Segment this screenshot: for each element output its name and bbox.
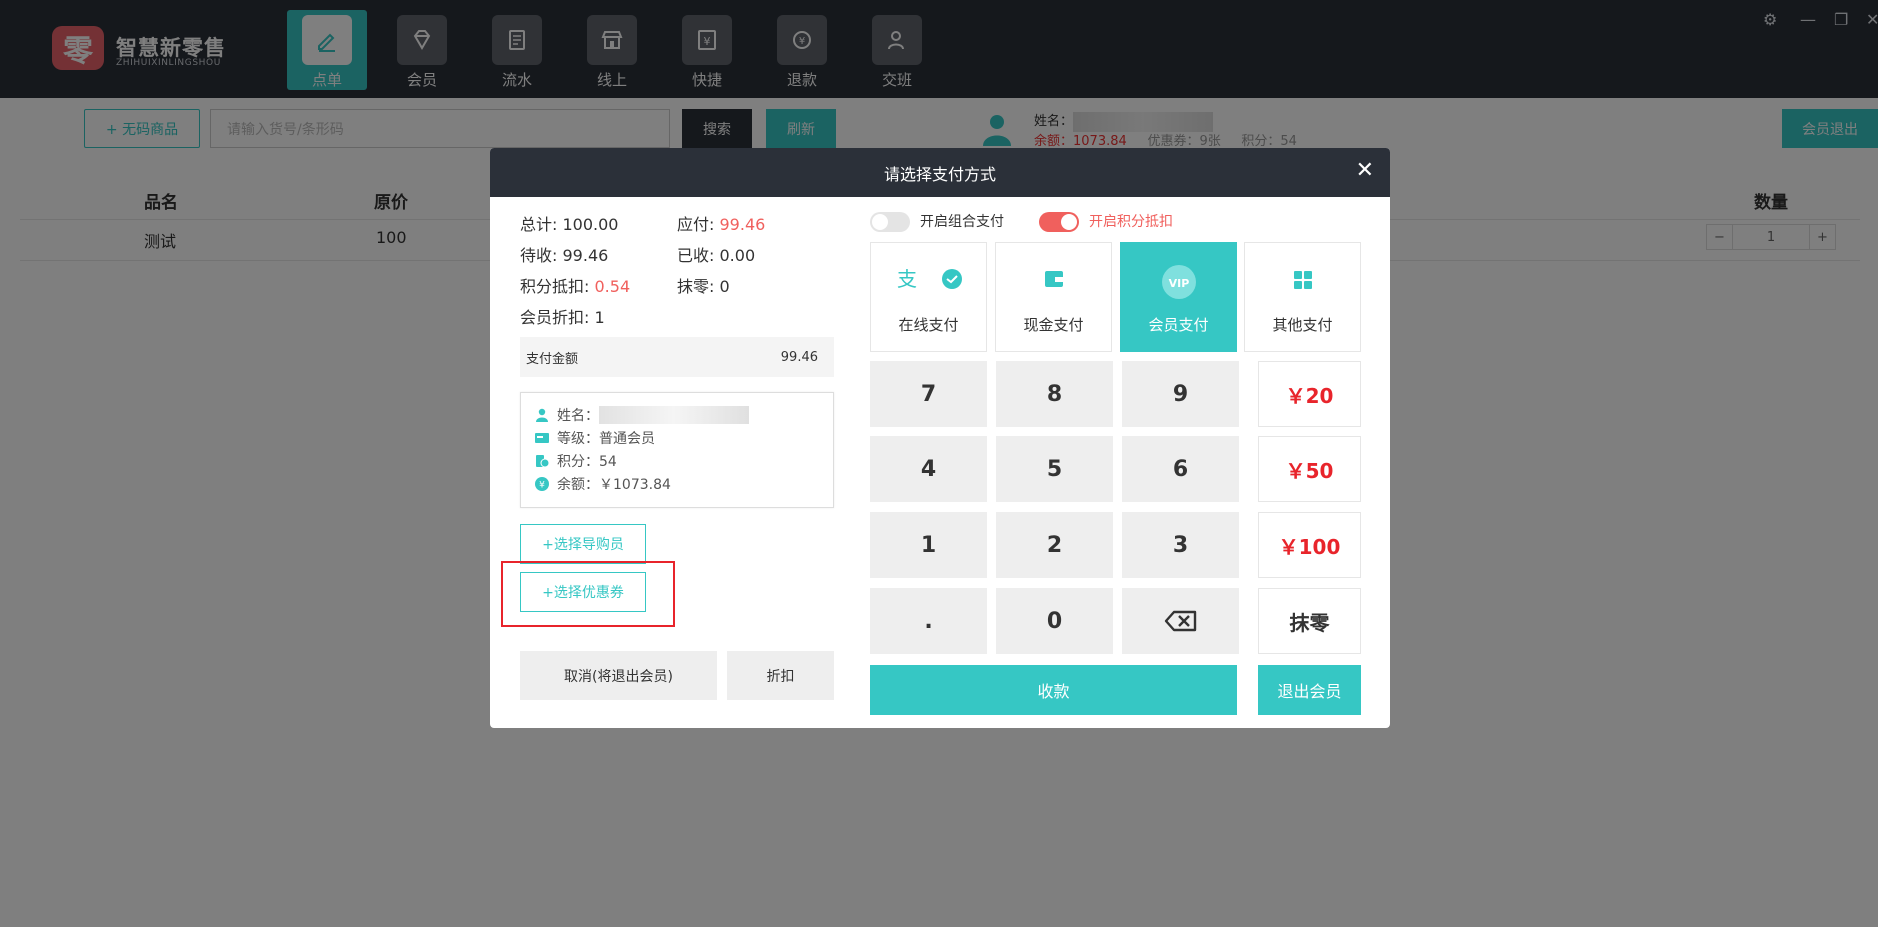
rounding-row: 抹零: 0 bbox=[677, 277, 730, 296]
pay-other-tile[interactable]: 其他支付 bbox=[1244, 242, 1361, 352]
key-dot[interactable]: . bbox=[870, 588, 987, 654]
total-value: 100.00 bbox=[562, 215, 619, 234]
discount-button[interactable]: 折扣 bbox=[727, 651, 834, 700]
close-icon[interactable]: ✕ bbox=[1356, 159, 1374, 183]
pay-amount-value: 99.46 bbox=[780, 349, 818, 365]
yuan-coin-icon: ¥ bbox=[535, 477, 549, 491]
wallet-icon bbox=[1044, 271, 1063, 287]
quick-amount-100[interactable]: ￥100 bbox=[1258, 512, 1361, 578]
backspace-key[interactable] bbox=[1122, 588, 1239, 654]
points-deduct-toggle-label: 开启积分抵扣 bbox=[1089, 214, 1173, 230]
member-info-card: 姓名： 等级：普通会员 积分：54 ¥ 余额：￥1073.84 bbox=[520, 392, 834, 508]
key-2[interactable]: 2 bbox=[996, 512, 1113, 578]
received-row: 已收: 0.00 bbox=[677, 246, 756, 265]
payable-value: 99.46 bbox=[719, 215, 766, 234]
wechat-pay-icon bbox=[941, 269, 962, 289]
combo-pay-label: 开启组合支付 bbox=[920, 214, 1004, 230]
combo-pay-toggle[interactable] bbox=[870, 212, 910, 232]
vip-card-icon bbox=[535, 433, 549, 443]
key-0[interactable]: 0 bbox=[996, 588, 1113, 654]
member-name-line: 姓名： bbox=[535, 405, 749, 425]
pay-method-label: 其他支付 bbox=[1272, 316, 1333, 334]
select-guide-button[interactable]: +选择导购员 bbox=[520, 524, 646, 564]
pay-amount-label: 支付金额 bbox=[526, 351, 579, 367]
svg-text:VIP: VIP bbox=[1168, 277, 1189, 290]
pay-method-label: 在线支付 bbox=[898, 316, 959, 334]
alipay-icon: 支 bbox=[897, 267, 917, 291]
coins-icon bbox=[536, 455, 549, 468]
grid-icon bbox=[1293, 271, 1312, 289]
pending-value: 99.46 bbox=[562, 246, 609, 265]
key-9[interactable]: 9 bbox=[1122, 361, 1239, 427]
member-points-line: 积分：54 bbox=[535, 451, 617, 471]
highlight-annotation-box bbox=[501, 561, 675, 627]
pay-amount-bar: 支付金额 99.46 bbox=[520, 337, 834, 377]
pay-member-tile[interactable]: VIP 会员支付 bbox=[1120, 242, 1237, 352]
vip-icon: VIP bbox=[1161, 265, 1196, 299]
key-8[interactable]: 8 bbox=[996, 361, 1113, 427]
key-3[interactable]: 3 bbox=[1122, 512, 1239, 578]
blurred-name bbox=[599, 406, 749, 424]
key-1[interactable]: 1 bbox=[870, 512, 987, 578]
pay-method-label: 会员支付 bbox=[1148, 316, 1209, 334]
member-discount-row: 会员折扣: 1 bbox=[520, 308, 605, 327]
points-deduct-row: 积分抵扣: 0.54 bbox=[520, 277, 631, 296]
payment-dialog: 请选择支付方式 ✕ 总计: 100.00 应付: 99.46 待收: 99.46… bbox=[490, 148, 1390, 728]
total-row: 总计: 100.00 bbox=[520, 215, 619, 234]
pay-cash-tile[interactable]: 现金支付 bbox=[995, 242, 1112, 352]
payable-row: 应付: 99.46 bbox=[677, 215, 766, 234]
svg-text:¥: ¥ bbox=[539, 481, 545, 491]
key-7[interactable]: 7 bbox=[870, 361, 987, 427]
member-level-line: 等级：普通会员 bbox=[535, 428, 655, 448]
received-value: 0.00 bbox=[719, 246, 756, 265]
quick-amount-50[interactable]: ￥50 bbox=[1258, 436, 1361, 502]
cancel-button[interactable]: 取消(将退出会员) bbox=[520, 651, 717, 700]
pay-method-label: 现金支付 bbox=[1023, 316, 1084, 334]
rounding-value: 0 bbox=[719, 277, 730, 296]
erase-change-button[interactable]: 抹零 bbox=[1258, 588, 1361, 654]
key-6[interactable]: 6 bbox=[1122, 436, 1239, 502]
key-4[interactable]: 4 bbox=[870, 436, 987, 502]
points-deduct-toggle[interactable] bbox=[1039, 212, 1079, 232]
key-5[interactable]: 5 bbox=[996, 436, 1113, 502]
exit-member-button[interactable]: 退出会员 bbox=[1258, 665, 1361, 715]
quick-amount-20[interactable]: ￥20 bbox=[1258, 361, 1361, 427]
collect-payment-button[interactable]: 收款 bbox=[870, 665, 1237, 715]
pay-online-tile[interactable]: 支 在线支付 bbox=[870, 242, 987, 352]
member-balance-line: ¥ 余额：￥1073.84 bbox=[535, 474, 671, 494]
svg-text:支: 支 bbox=[897, 267, 917, 291]
dialog-header: 请选择支付方式 ✕ bbox=[490, 148, 1390, 197]
points-deduct-value: 0.54 bbox=[594, 277, 631, 296]
user-icon bbox=[536, 408, 548, 422]
backspace-icon bbox=[1164, 610, 1196, 632]
dialog-title: 请选择支付方式 bbox=[883, 164, 996, 184]
pending-row: 待收: 99.46 bbox=[520, 246, 609, 265]
member-discount-value: 1 bbox=[594, 308, 605, 327]
